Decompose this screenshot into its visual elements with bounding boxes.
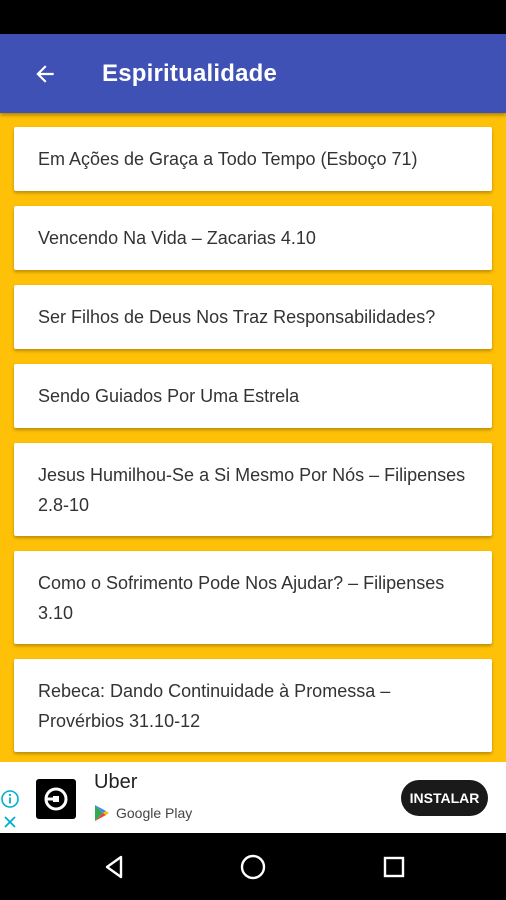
back-button[interactable] — [21, 50, 69, 98]
install-button[interactable]: INSTALAR — [401, 780, 488, 816]
ad-store-badge: Google Play — [94, 804, 192, 822]
ad-app-name: Uber — [94, 771, 138, 793]
status-bar — [0, 0, 506, 34]
ad-info-icon[interactable] — [0, 789, 20, 809]
list-item[interactable]: Em Ações de Graça a Todo Tempo (Esboço 7… — [14, 127, 492, 191]
arrow-back-icon — [36, 64, 54, 83]
list-item-title: Rebeca: Dando Continuidade à Promessa – … — [38, 680, 391, 731]
ad-banner[interactable]: Uber Google Play INSTALAR — [0, 762, 506, 833]
ad-close-icon[interactable] — [0, 812, 20, 832]
list-item-title: Jesus Humilhou-Se a Si Mesmo Por Nós – F… — [38, 464, 466, 515]
app-bar: Espiritualidade — [0, 34, 506, 113]
nav-recents-button[interactable] — [378, 851, 410, 883]
nav-home-button[interactable] — [237, 851, 269, 883]
google-play-icon — [95, 805, 109, 821]
list-item[interactable]: Vencendo Na Vida – Zacarias 4.10 — [14, 206, 492, 270]
list-item-title: Em Ações de Graça a Todo Tempo (Esboço 7… — [38, 149, 418, 169]
list-item[interactable]: Sendo Guiados Por Uma Estrela — [14, 364, 492, 428]
ad-store-label: Google Play — [116, 805, 193, 821]
list-item-title: Vencendo Na Vida – Zacarias 4.10 — [38, 228, 316, 248]
page-title: Espiritualidade — [102, 59, 278, 87]
article-list: Em Ações de Graça a Todo Tempo (Esboço 7… — [0, 113, 506, 762]
list-item-title: Sendo Guiados Por Uma Estrela — [38, 386, 300, 406]
navigation-bar — [0, 833, 506, 900]
list-item-title: Ser Filhos de Deus Nos Traz Responsabili… — [38, 307, 436, 327]
list-item-title: Como o Sofrimento Pode Nos Ajudar? – Fil… — [38, 572, 445, 623]
list-item[interactable]: Jesus Humilhou-Se a Si Mesmo Por Nós – F… — [14, 443, 492, 536]
nav-home-icon — [240, 854, 266, 880]
nav-back-button[interactable] — [98, 851, 130, 883]
nav-back-icon — [105, 855, 123, 879]
list-item[interactable]: Rebeca: Dando Continuidade à Promessa – … — [14, 659, 492, 752]
list-item[interactable]: Ser Filhos de Deus Nos Traz Responsabili… — [14, 285, 492, 349]
list-item[interactable]: Como o Sofrimento Pode Nos Ajudar? – Fil… — [14, 551, 492, 644]
uber-logo-icon — [36, 779, 76, 819]
nav-recents-icon — [383, 856, 405, 878]
